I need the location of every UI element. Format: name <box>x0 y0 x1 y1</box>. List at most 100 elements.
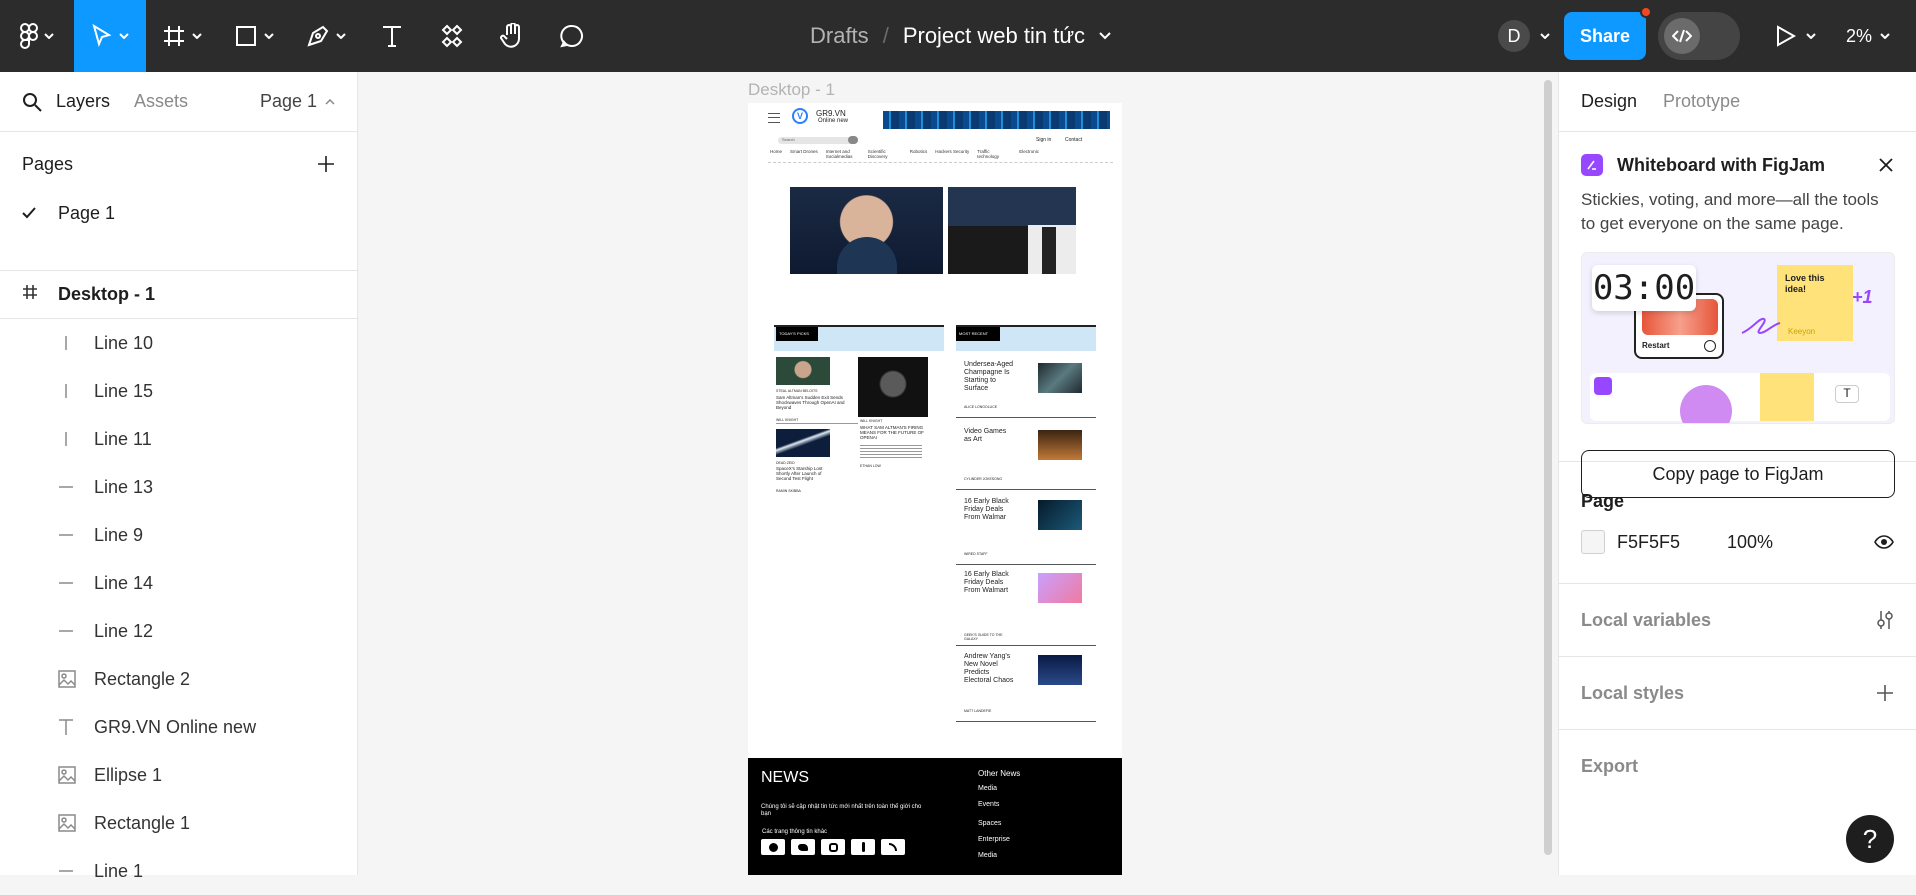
frame-hash-icon <box>22 284 58 305</box>
frame-hash-icon <box>164 26 184 46</box>
footer-link: Media <box>978 852 998 859</box>
plus-icon[interactable] <box>1876 684 1894 702</box>
instagram-icon <box>821 839 845 855</box>
left-panel-tabs: Layers Assets Page 1 <box>0 72 357 132</box>
recent-thumbnail <box>1038 430 1082 460</box>
present-button[interactable] <box>1776 25 1816 47</box>
tab-design[interactable]: Design <box>1581 91 1637 112</box>
hand-tool-button[interactable] <box>482 0 542 72</box>
timer-restart: Restart <box>1642 341 1670 350</box>
site-footer: NEWS Chúng tôi sẽ cập nhật tin tức mới n… <box>748 758 1122 875</box>
page-color-swatch[interactable] <box>1581 530 1605 554</box>
text-tool-button[interactable] <box>362 0 422 72</box>
layer-item[interactable]: Line 9 <box>0 511 357 559</box>
layer-item[interactable]: Line 12 <box>0 607 357 655</box>
main-menu-button[interactable] <box>0 0 74 72</box>
image-icon <box>58 670 94 688</box>
site-search-input: Search <box>778 137 858 144</box>
recent-headline: Video Games as Art <box>964 428 1007 443</box>
nav-underline <box>768 162 1113 163</box>
canvas[interactable]: Desktop - 1 V GR9.VN Online new Search S… <box>358 72 1558 875</box>
site-search-icon <box>848 136 858 144</box>
desktop-frame[interactable]: V GR9.VN Online new Search Sign in Conta… <box>748 103 1122 875</box>
project-title[interactable]: Project web tin tức <box>903 23 1085 49</box>
help-button[interactable]: ? <box>1846 815 1894 863</box>
layer-item[interactable]: Line 14 <box>0 559 357 607</box>
footer-title: NEWS <box>761 769 809 786</box>
layer-item[interactable]: Line 15 <box>0 367 357 415</box>
site-logo-text: GR9.VN <box>816 109 846 118</box>
page-opacity[interactable]: 100% <box>1727 532 1773 553</box>
sticky-text: Love this idea! <box>1785 273 1825 294</box>
site-nav-item: Hackers Security <box>935 149 970 154</box>
text-icon <box>383 26 401 47</box>
footer-link: Events <box>978 801 1000 808</box>
close-icon[interactable] <box>1878 157 1894 173</box>
multiplayer-avatars[interactable]: D <box>1497 20 1550 52</box>
pick-thumb-1 <box>776 357 830 385</box>
hero-image-portrait <box>790 187 943 274</box>
layer-name: Line 11 <box>94 428 152 449</box>
recent-thumbnail <box>1038 573 1082 603</box>
layer-item[interactable]: Ellipse 1 <box>0 751 357 799</box>
chevron-down-icon[interactable] <box>1099 32 1111 40</box>
layer-list: Line 10 Line 15 Line 11 Line 13 Line 9 Line 1… <box>0 319 357 895</box>
local-styles-section[interactable]: Local styles <box>1559 657 1916 730</box>
comment-tool-button[interactable] <box>542 0 602 72</box>
page-selector[interactable]: Page 1 <box>260 91 335 112</box>
figjam-promo: Whiteboard with FigJam Stickies, voting,… <box>1559 132 1916 498</box>
footer-link: Media <box>978 785 998 792</box>
footer-link: Other News <box>978 769 1021 778</box>
tab-assets[interactable]: Assets <box>134 91 188 112</box>
shape-tool-button[interactable] <box>218 0 290 72</box>
zoom-value: 2% <box>1845 25 1872 46</box>
site-nav-item: Traffic technology <box>977 149 1000 159</box>
layer-item[interactable]: Rectangle 1 <box>0 799 357 847</box>
header-banner <box>883 111 1110 129</box>
resources-tool-button[interactable] <box>422 0 482 72</box>
canvas-scrollbar[interactable] <box>1544 80 1552 855</box>
tab-layers[interactable]: Layers <box>56 91 110 112</box>
vertical-line-icon <box>58 383 94 399</box>
share-button[interactable]: Share <box>1563 6 1652 60</box>
recent-headline: Undersea-Aged Champagne Is Starting to S… <box>964 361 1014 392</box>
tab-prototype[interactable]: Prototype <box>1663 91 1740 112</box>
search-icon[interactable] <box>22 92 42 112</box>
layer-item[interactable]: Line 13 <box>0 463 357 511</box>
recent-author: CYLINDER JOKESONG <box>964 477 1003 481</box>
most-recent-label: MOST RECENT <box>956 327 1000 341</box>
pen-tool-button[interactable] <box>290 0 362 72</box>
layer-item[interactable]: Line 11 <box>0 415 357 463</box>
site-nav-item: Internet and Socialmedias <box>825 149 853 159</box>
frame-tool-button[interactable] <box>146 0 218 72</box>
pick-author-2: ETHAN LOW <box>860 464 881 468</box>
right-panel-tabs: Design Prototype <box>1559 72 1916 132</box>
layer-frame-desktop[interactable]: Desktop - 1 <box>0 271 357 319</box>
layer-item[interactable]: Line 1 <box>0 847 357 895</box>
scribble-icon <box>1741 317 1781 335</box>
eye-icon[interactable] <box>1874 535 1894 549</box>
layer-item[interactable]: GR9.VN Online new <box>0 703 357 751</box>
layer-item[interactable]: Rectangle 2 <box>0 655 357 703</box>
page-list-item[interactable]: Page 1 <box>0 196 357 230</box>
avatar[interactable]: D <box>1497 20 1530 52</box>
page-color-hex[interactable]: F5F5F5 <box>1617 532 1727 553</box>
image-icon <box>58 766 94 784</box>
timer-display: 03:00 <box>1592 265 1696 311</box>
chevron-down-icon <box>192 33 202 39</box>
plus-icon[interactable] <box>317 155 335 173</box>
sliders-icon[interactable] <box>1876 609 1894 631</box>
toolbar-right: D Share 2% <box>1497 0 1916 72</box>
zoom-control[interactable]: 2% <box>1846 26 1890 47</box>
dev-mode-toggle[interactable] <box>1657 12 1740 60</box>
local-variables-section[interactable]: Local variables <box>1559 584 1916 657</box>
export-section[interactable]: Export <box>1559 730 1916 803</box>
move-tool-button[interactable] <box>74 0 146 72</box>
layer-name: Line 13 <box>94 476 154 497</box>
recent-thumbnail <box>1038 363 1082 393</box>
figma-logo-icon <box>20 23 38 49</box>
recent-headline: 16 Early Black Friday Deals From Walmart <box>964 571 1009 594</box>
frame-label[interactable]: Desktop - 1 <box>748 80 835 100</box>
layer-item[interactable]: Line 10 <box>0 319 357 367</box>
drafts-link[interactable]: Drafts <box>810 23 869 49</box>
